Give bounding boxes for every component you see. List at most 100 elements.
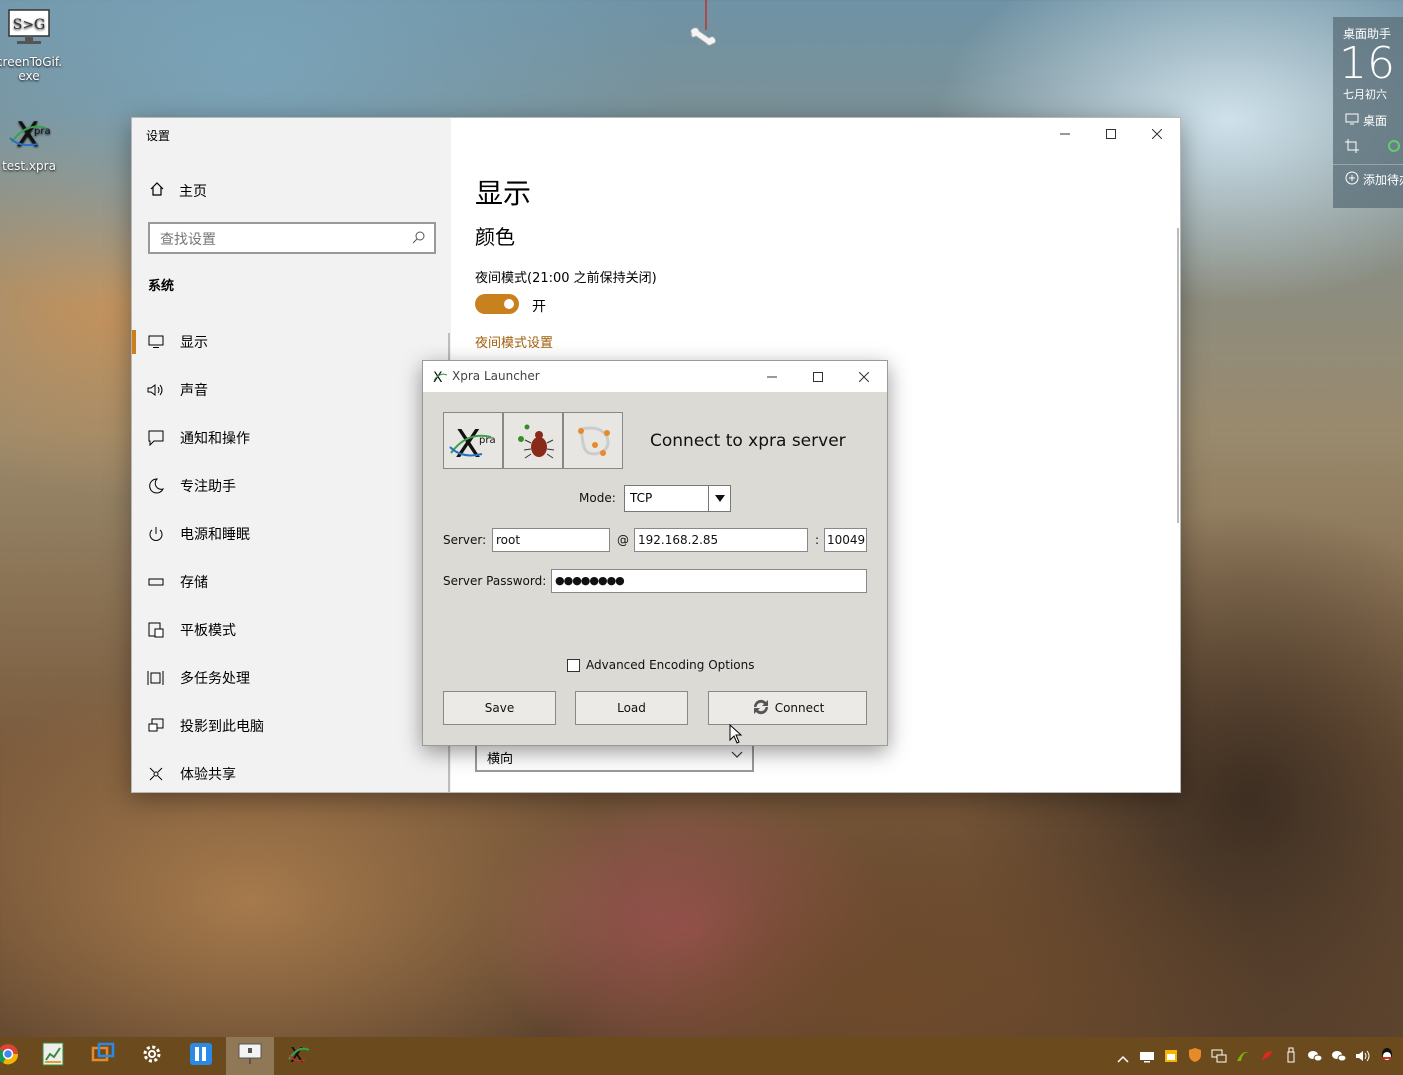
tray-usb[interactable]: [1283, 1047, 1299, 1067]
plus-circle-icon: [1345, 171, 1359, 188]
chrome-icon: [0, 1042, 20, 1070]
mouse-cursor-icon: [729, 723, 743, 748]
xpra-icon: X: [432, 368, 448, 388]
taskbar-chrome[interactable]: [0, 1037, 32, 1075]
widget-desktop-label: 桌面: [1363, 114, 1388, 128]
nav-label: 存储: [180, 575, 208, 591]
connect-button[interactable]: Connect: [708, 691, 867, 725]
mode-value: TCP: [630, 491, 653, 505]
recycle-icon[interactable]: [1387, 139, 1401, 156]
network-nodes-icon: [563, 412, 623, 469]
taskbar-lofter[interactable]: [177, 1037, 225, 1075]
tray-keyboard[interactable]: [1139, 1049, 1155, 1065]
nav-item-storage[interactable]: 存储: [132, 558, 451, 606]
desktop-icon-xpra[interactable]: X pra test.xpra: [0, 112, 64, 173]
nav-item-shared-experiences[interactable]: 体验共享: [132, 750, 451, 798]
widget-add-label: 添加待办: [1363, 173, 1403, 187]
minimize-button[interactable]: [1042, 118, 1088, 150]
close-button[interactable]: [1134, 118, 1180, 150]
desktop-icon-screentogif[interactable]: S>G creenToGif.exe: [0, 8, 64, 83]
nav-item-focus-assist[interactable]: 专注助手: [132, 462, 451, 510]
shield-icon: [1188, 1047, 1202, 1067]
nav-label: 显示: [180, 335, 208, 351]
desktop-assistant-widget: 桌面助手 16 七月初六 桌面 添加待办: [1333, 17, 1403, 208]
maximize-button[interactable]: [1088, 118, 1134, 150]
monitor-icon: [1345, 113, 1359, 128]
host-input[interactable]: 192.168.2.85: [634, 528, 808, 552]
page-title: 显示: [475, 177, 532, 210]
tray-qq[interactable]: [1379, 1048, 1395, 1065]
desktop-icon-label: test.xpra: [2, 159, 56, 173]
xpra-caption-buttons: [749, 361, 887, 392]
widget-add-todo-button[interactable]: 添加待办: [1333, 165, 1403, 188]
home-icon: [149, 181, 165, 201]
volume-icon: [1355, 1048, 1371, 1067]
tray-chevron-up[interactable]: [1115, 1049, 1131, 1065]
nav-item-tablet[interactable]: 平板模式: [132, 606, 451, 654]
tray-volume[interactable]: [1355, 1049, 1371, 1065]
xpra-logo-strip: X pra: [443, 412, 623, 469]
taskbar-remote-desktop[interactable]: [79, 1037, 127, 1075]
night-mode-settings-link[interactable]: 夜间模式设置: [475, 332, 553, 351]
night-mode-label: 夜间模式(21:00 之前保持关闭): [475, 271, 657, 286]
usb-icon: [1286, 1047, 1296, 1067]
server-label: Server:: [443, 533, 487, 547]
xpra-heading: Connect to xpra server: [650, 431, 846, 451]
search-placeholder: 查找设置: [160, 232, 216, 248]
home-nav-item[interactable]: 主页: [149, 181, 207, 201]
nav-item-notifications[interactable]: 通知和操作: [132, 414, 451, 462]
tray-wechat-2[interactable]: [1331, 1049, 1347, 1065]
monitor-icon: [132, 335, 180, 349]
presentation-icon: [238, 1043, 262, 1069]
tray-antivirus[interactable]: [1259, 1049, 1275, 1065]
nav-item-power[interactable]: 电源和睡眠: [132, 510, 451, 558]
share-icon: [132, 766, 180, 782]
port-input[interactable]: 10049: [824, 528, 867, 552]
keyboard-icon: [1139, 1048, 1155, 1067]
close-button[interactable]: [841, 361, 887, 392]
svg-text:X: X: [455, 422, 481, 463]
tray-shield[interactable]: [1187, 1047, 1203, 1067]
taskbar-spreadsheet[interactable]: [29, 1037, 77, 1075]
taskbar-presentation[interactable]: [226, 1037, 274, 1075]
night-mode-toggle[interactable]: [475, 294, 519, 314]
nav-label: 平板模式: [180, 623, 236, 639]
notification-icon: [132, 430, 180, 446]
password-input[interactable]: ●●●●●●●●: [551, 569, 867, 593]
taskbar-settings[interactable]: [128, 1037, 176, 1075]
multitask-icon: [132, 670, 180, 686]
xpra-logo-icon: X pra: [443, 412, 503, 469]
settings-caption-buttons: [1042, 118, 1180, 150]
advanced-encoding-checkbox[interactable]: [567, 659, 580, 672]
nav-item-display[interactable]: 显示: [132, 318, 451, 366]
project-icon: [132, 718, 180, 734]
nav-label: 专注助手: [180, 479, 236, 495]
calendar-icon: [1164, 1048, 1178, 1067]
crop-icon[interactable]: [1345, 139, 1359, 156]
tray-calendar[interactable]: [1163, 1049, 1179, 1065]
username-input[interactable]: root: [492, 528, 610, 552]
maximize-button[interactable]: [795, 361, 841, 392]
save-button[interactable]: Save: [443, 691, 556, 725]
widget-desktop-button[interactable]: 桌面: [1333, 102, 1403, 129]
wechat-icon-2: [1331, 1048, 1347, 1067]
tray-nvidia[interactable]: [1235, 1049, 1251, 1065]
nav-label: 电源和睡眠: [180, 527, 250, 543]
svg-text:S>G: S>G: [13, 17, 46, 33]
tray-wechat[interactable]: [1307, 1049, 1323, 1065]
xpra-titlebar[interactable]: X Xpra Launcher: [423, 361, 887, 392]
mode-select[interactable]: TCP: [624, 485, 731, 512]
minimize-button[interactable]: [749, 361, 795, 392]
nav-item-sound[interactable]: 声音: [132, 366, 451, 414]
section-heading: 颜色: [475, 225, 515, 249]
tray-network[interactable]: [1211, 1049, 1227, 1065]
bone-ornament: [688, 0, 720, 60]
mode-label: Mode:: [579, 491, 616, 505]
settings-search-input[interactable]: 查找设置: [148, 222, 436, 254]
nav-item-multitasking[interactable]: 多任务处理: [132, 654, 451, 702]
taskbar-xpra[interactable]: X: [275, 1037, 323, 1075]
content-scrollbar[interactable]: [1177, 228, 1179, 523]
load-button[interactable]: Load: [575, 691, 688, 725]
nvidia-icon: [1236, 1048, 1250, 1067]
nav-item-project[interactable]: 投影到此电脑: [132, 702, 451, 750]
